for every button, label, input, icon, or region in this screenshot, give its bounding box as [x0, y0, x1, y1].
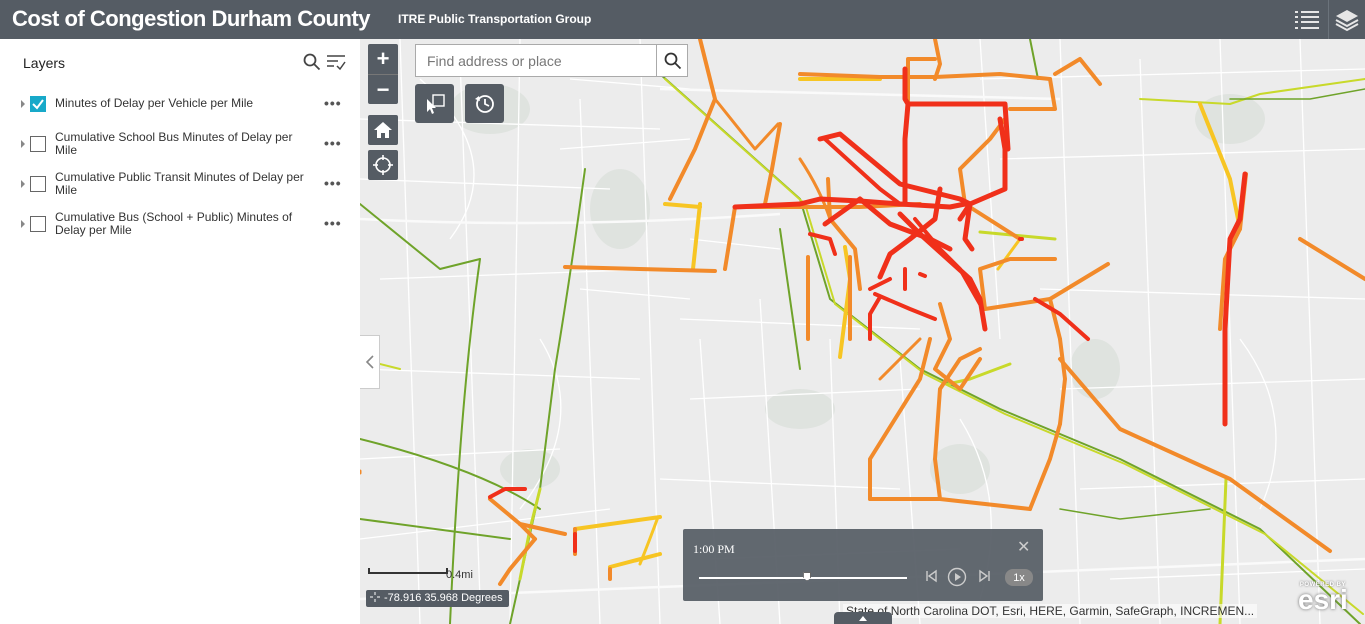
coordinate-readout[interactable]: -78.916 35.968 Degrees	[366, 590, 509, 607]
layer-item[interactable]: Cumulative Public Transit Minutes of Del…	[0, 171, 360, 205]
layer-checkbox[interactable]	[30, 136, 46, 152]
chevron-up-icon	[859, 616, 867, 621]
layer-checkbox[interactable]	[30, 216, 46, 232]
playback-speed-button[interactable]: 1x	[1005, 569, 1033, 586]
layer-item[interactable]: Cumulative Bus (School + Public) Minutes…	[0, 211, 360, 245]
scale-label: 0.4mi	[446, 569, 473, 581]
select-cursor-icon	[426, 93, 445, 114]
filter-list-icon	[327, 55, 346, 71]
select-tool-button[interactable]	[415, 84, 454, 123]
close-time-slider-button[interactable]: ✕	[1017, 537, 1030, 557]
zoom-out-button[interactable]: −	[368, 74, 398, 104]
layer-item[interactable]: Minutes of Delay per Vehicle per Mile ••…	[0, 95, 360, 129]
crosshair-icon	[370, 592, 380, 602]
more-options-button[interactable]: •••	[324, 175, 342, 191]
play-button[interactable]	[947, 567, 967, 587]
collapse-panel-button[interactable]	[360, 335, 380, 389]
checkmark-icon	[32, 99, 44, 110]
more-options-button[interactable]: •••	[324, 215, 342, 231]
search-input[interactable]	[416, 45, 656, 76]
more-options-button[interactable]: •••	[324, 135, 342, 151]
layer-item[interactable]: Cumulative School Bus Minutes of Delay p…	[0, 131, 360, 165]
expand-caret-icon[interactable]	[21, 100, 25, 108]
home-button[interactable]	[368, 115, 398, 145]
panel-title: Layers	[23, 55, 66, 71]
layers-panel: Layers Minutes of Delay per Vehicle per …	[0, 39, 360, 624]
layer-label: Cumulative Bus (School + Public) Minutes…	[55, 210, 293, 237]
locate-crosshair-icon	[373, 155, 393, 175]
scale-line	[368, 568, 448, 574]
layer-checkbox[interactable]	[30, 96, 46, 112]
previous-button[interactable]	[925, 569, 939, 583]
bottom-panel-toggle[interactable]	[834, 612, 892, 624]
zoom-control: + −	[368, 44, 398, 104]
layer-label: Minutes of Delay per Vehicle per Mile	[55, 96, 254, 110]
expand-caret-icon[interactable]	[21, 140, 25, 148]
scale-bar: 0.4mi	[368, 568, 473, 581]
search-submit-button[interactable]	[656, 45, 688, 76]
home-icon	[374, 122, 392, 138]
app-subtitle: ITRE Public Transportation Group	[398, 12, 592, 26]
layer-search-button[interactable]	[303, 53, 321, 76]
zoom-in-button[interactable]: +	[368, 44, 398, 74]
layer-checkbox[interactable]	[30, 176, 46, 192]
next-button[interactable]	[977, 569, 991, 583]
step-forward-icon	[979, 569, 990, 583]
expand-caret-icon[interactable]	[21, 220, 25, 228]
time-label: 1:00 PM	[693, 542, 735, 556]
search-icon	[664, 52, 681, 69]
layers-button[interactable]	[1328, 0, 1365, 39]
layer-label: Cumulative Public Transit Minutes of Del…	[55, 170, 304, 197]
layer-filter-button[interactable]	[326, 53, 346, 76]
chevron-left-icon	[365, 355, 374, 369]
map-attribution[interactable]: State of North Carolina DOT, Esri, HERE,…	[843, 604, 1258, 618]
layer-label: Cumulative School Bus Minutes of Delay p…	[55, 130, 293, 157]
layers-stack-icon	[1335, 9, 1359, 31]
step-back-icon	[926, 569, 937, 583]
clock-history-icon	[474, 94, 494, 113]
more-options-button[interactable]: •••	[324, 95, 342, 111]
search-icon	[303, 53, 321, 71]
time-slider-track[interactable]	[699, 572, 907, 581]
time-history-button[interactable]	[465, 84, 504, 123]
locate-button[interactable]	[368, 150, 398, 180]
esri-brand-label: esri	[1298, 584, 1348, 615]
expand-caret-icon[interactable]	[21, 180, 25, 188]
app-title: Cost of Congestion Durham County	[12, 6, 370, 31]
esri-logo: POWERED BY esri	[1298, 582, 1348, 615]
app-header: Cost of Congestion Durham County ITRE Pu…	[0, 0, 1365, 39]
coordinate-text: -78.916 35.968 Degrees	[384, 592, 503, 604]
list-button[interactable]	[1288, 0, 1325, 39]
time-slider-widget: 1:00 PM ✕ 1x	[683, 529, 1043, 601]
address-search	[415, 44, 688, 77]
play-icon	[947, 567, 967, 587]
map-view[interactable]: + − 0.4mi -78.916 35.968 Degrees State o…	[360, 39, 1365, 624]
list-icon	[1294, 10, 1319, 29]
time-slider-thumb[interactable]	[803, 572, 812, 581]
